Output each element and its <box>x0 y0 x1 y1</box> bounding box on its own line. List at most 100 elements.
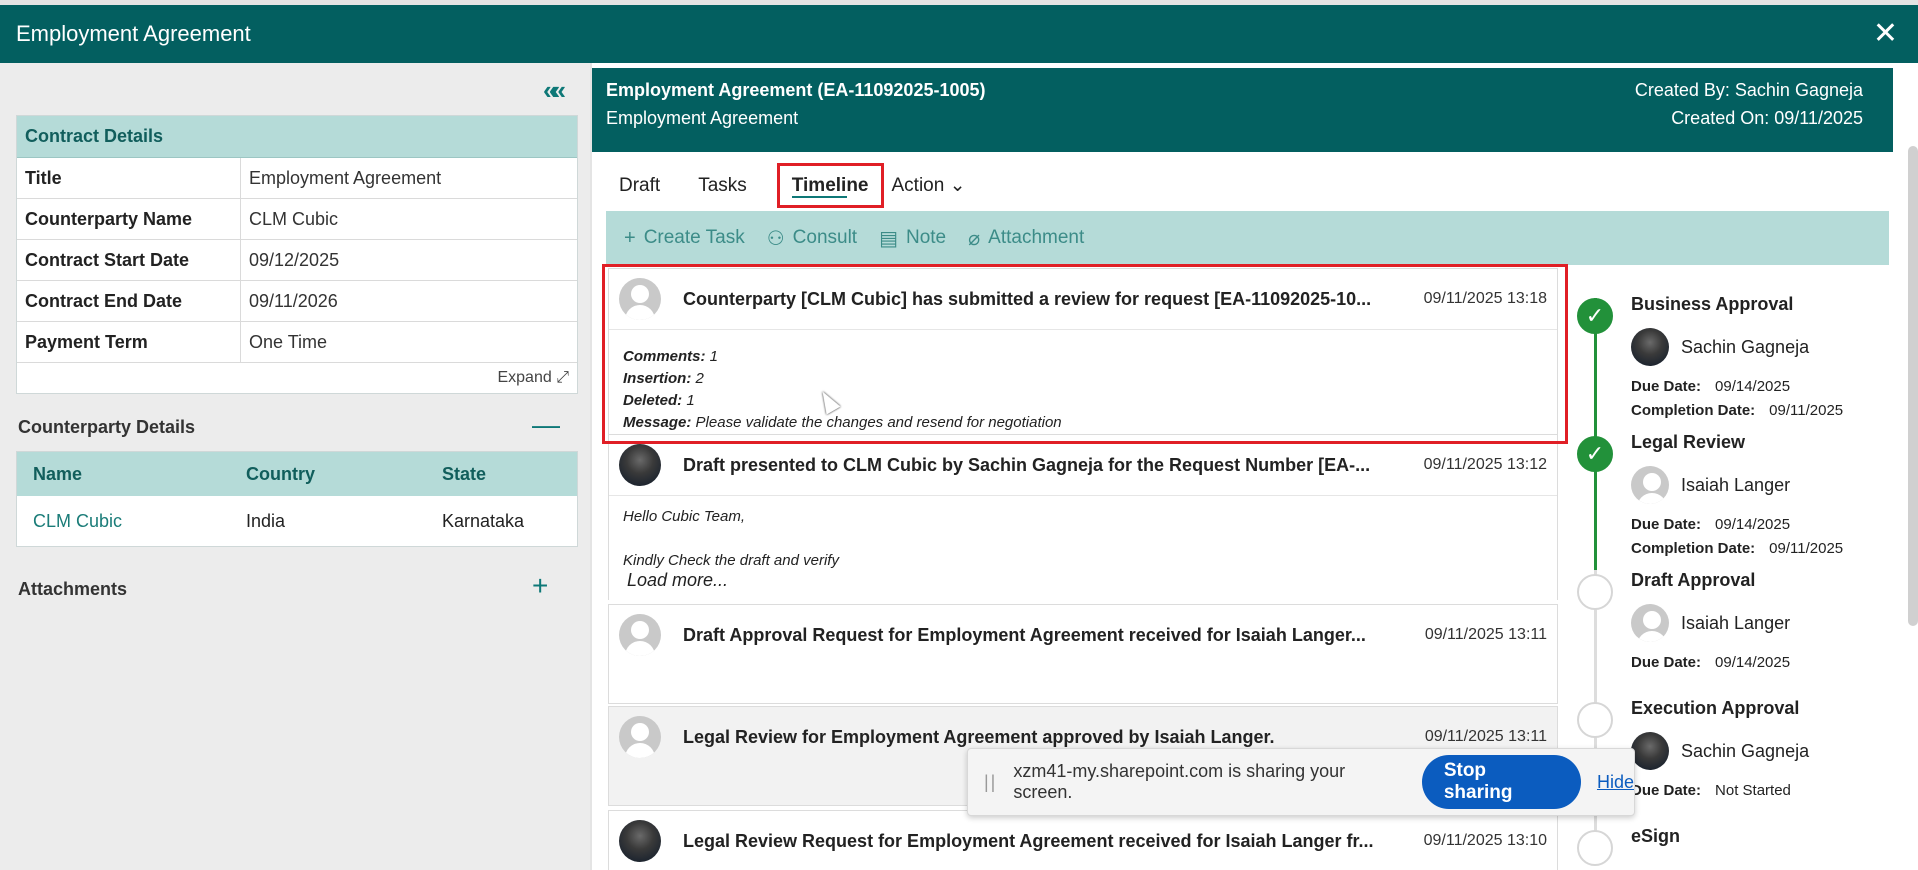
step-name: eSign <box>1631 826 1681 846</box>
window-title: Employment Agreement <box>16 21 251 46</box>
due-date: Due Date: 09/14/2025 <box>1631 516 1791 533</box>
timeline-item-time: 09/11/2025 13:12 <box>1423 456 1547 473</box>
tab-timeline[interactable]: Timeline <box>776 163 884 208</box>
message-line: Kindly Check the draft and verify <box>623 552 839 569</box>
avatar <box>1631 732 1669 770</box>
step-user: Isaiah Langer <box>1631 466 1790 504</box>
close-icon[interactable]: ✕ <box>1873 19 1898 49</box>
contract-details-card: Contract Details Title Employment Agreeme… <box>16 115 578 394</box>
scrollbar[interactable] <box>1908 146 1918 626</box>
field-label: Contract End Date <box>17 281 241 321</box>
field-label: Title <box>17 158 241 198</box>
tab-action-label: Action <box>891 174 945 196</box>
create-task-button[interactable]: + Create Task <box>624 227 745 250</box>
contract-row-start-date: Contract Start Date 09/12/2025 <box>17 240 577 281</box>
completion-date: Completion Date: 09/11/2025 <box>1631 540 1844 557</box>
load-more-link[interactable]: Load more... <box>623 570 1543 591</box>
step-user: Sachin Gagneja <box>1631 732 1809 770</box>
create-task-label: Create Task <box>643 227 745 248</box>
workflow-progress <box>1594 298 1597 570</box>
request-subtitle: Employment Agreement <box>606 108 799 128</box>
tab-tasks[interactable]: Tasks <box>698 163 747 208</box>
collapse-section-icon[interactable]: — <box>532 411 560 439</box>
timeline-item[interactable]: Counterparty [CLM Cubic] has submitted a… <box>608 268 1558 448</box>
expand-link[interactable]: Expand ⤢ <box>17 363 577 393</box>
avatar <box>1631 604 1669 642</box>
timeline-item-time: 09/11/2025 13:11 <box>1424 728 1547 745</box>
note-icon: ▤ <box>879 227 898 250</box>
consult-label: Consult <box>792 227 858 248</box>
pending-step-icon <box>1577 574 1613 610</box>
review-line: Insertion: 2 <box>623 370 704 387</box>
request-header: Employment Agreement (EA-11092025-1005) … <box>592 68 1893 152</box>
message-line: Hello Cubic Team, <box>623 508 745 525</box>
field-value: One Time <box>249 331 328 352</box>
timeline-item-title: Legal Review for Employment Agreement ap… <box>683 726 1275 747</box>
consult-icon: ⚇ <box>766 227 785 250</box>
created-by: Created By: Sachin Gagneja <box>1634 80 1863 100</box>
tab-action[interactable]: Action ⌄ <box>892 163 966 208</box>
consult-button[interactable]: ⚇ Consult <box>767 226 857 251</box>
timeline-item[interactable]: Draft presented to CLM Cubic by Sachin G… <box>608 434 1558 603</box>
table-row: CLM Cubic India Karnataka <box>17 496 577 546</box>
timeline-item[interactable]: Legal Review Request for Employment Agre… <box>608 810 1558 870</box>
field-value: Employment Agreement <box>249 167 442 188</box>
pending-step-icon <box>1577 830 1613 866</box>
timeline-item-title: Draft Approval Request for Employment Ag… <box>683 624 1366 645</box>
field-label: Counterparty Name <box>17 199 241 239</box>
timeline-item-time: 09/11/2025 13:10 <box>1423 832 1547 849</box>
chevron-down-icon: ⌄ <box>949 175 966 196</box>
step-user: Isaiah Langer <box>1631 604 1790 642</box>
step-user-name: Isaiah Langer <box>1681 474 1791 495</box>
check-icon: ✓ <box>1577 298 1613 334</box>
step-name: Draft Approval <box>1631 570 1756 590</box>
check-icon: ✓ <box>1577 436 1613 472</box>
drag-handle-icon[interactable]: || <box>984 772 997 793</box>
timeline-item[interactable]: Draft Approval Request for Employment Ag… <box>608 604 1558 704</box>
counterparty-name-link[interactable]: CLM Cubic <box>17 511 246 532</box>
timeline-item-header: Draft presented to CLM Cubic by Sachin G… <box>609 435 1557 495</box>
timeline-item-title: Draft presented to CLM Cubic by Sachin G… <box>683 454 1371 475</box>
pending-step-icon <box>1577 702 1613 738</box>
avatar <box>619 444 661 486</box>
add-attachment-icon[interactable]: + <box>532 572 548 600</box>
step-name: Execution Approval <box>1631 698 1800 718</box>
note-label: Note <box>905 227 947 248</box>
country-cell: India <box>246 510 286 531</box>
share-message: xzm41-my.sharepoint.com is sharing your … <box>1013 761 1346 802</box>
tab-draft[interactable]: Draft <box>619 163 660 208</box>
review-line: Message: Please validate the changes and… <box>623 414 1062 431</box>
timeline-item-time: 09/11/2025 13:18 <box>1423 290 1547 307</box>
tab-timeline-label: Timeline <box>791 174 869 196</box>
timeline-item-header: Legal Review Request for Employment Agre… <box>609 811 1557 870</box>
step-name: Business Approval <box>1631 294 1794 314</box>
column-header-state: State <box>442 463 487 484</box>
field-value: 09/11/2026 <box>249 290 338 311</box>
attachments-title: Attachments <box>18 579 128 599</box>
field-label: Payment Term <box>17 322 241 362</box>
counterparty-details-title: Counterparty Details <box>18 417 196 437</box>
state-cell: Karnataka <box>442 510 525 531</box>
collapse-panel-icon[interactable]: «« <box>543 75 566 106</box>
contract-row-payment-term: Payment Term One Time <box>17 322 577 363</box>
tab-bar: Draft Tasks Timeline Action ⌄ <box>592 163 966 208</box>
timeline-toolbar: + Create Task ⚇ Consult ▤ Note ⌀ Attachment <box>606 211 1889 265</box>
step-user: Sachin Gagneja <box>1631 328 1809 366</box>
field-value: 09/12/2025 <box>249 249 340 270</box>
paperclip-icon: ⌀ <box>968 227 981 250</box>
counterparty-table: Name Country State CLM Cubic India Karna… <box>16 451 578 547</box>
column-header-country: Country <box>246 463 315 484</box>
avatar <box>619 716 661 758</box>
avatar <box>619 278 661 320</box>
step-user-name: Sachin Gagneja <box>1681 336 1810 357</box>
timeline-item-title: Legal Review Request for Employment Agre… <box>683 830 1374 851</box>
timeline-item-header: Draft Approval Request for Employment Ag… <box>609 605 1557 665</box>
attachment-button[interactable]: ⌀ Attachment <box>968 226 1084 251</box>
stop-sharing-button[interactable]: Stop sharing <box>1421 755 1581 809</box>
timeline-item-header: Counterparty [CLM Cubic] has submitted a… <box>609 269 1557 329</box>
screen-share-banner: || xzm41-my.sharepoint.com is sharing yo… <box>967 748 1635 816</box>
due-date: Due Date: Not Started <box>1631 782 1791 799</box>
contract-row-title: Title Employment Agreement <box>17 158 577 199</box>
hide-link[interactable]: Hide <box>1597 772 1634 793</box>
note-button[interactable]: ▤ Note <box>879 226 946 251</box>
